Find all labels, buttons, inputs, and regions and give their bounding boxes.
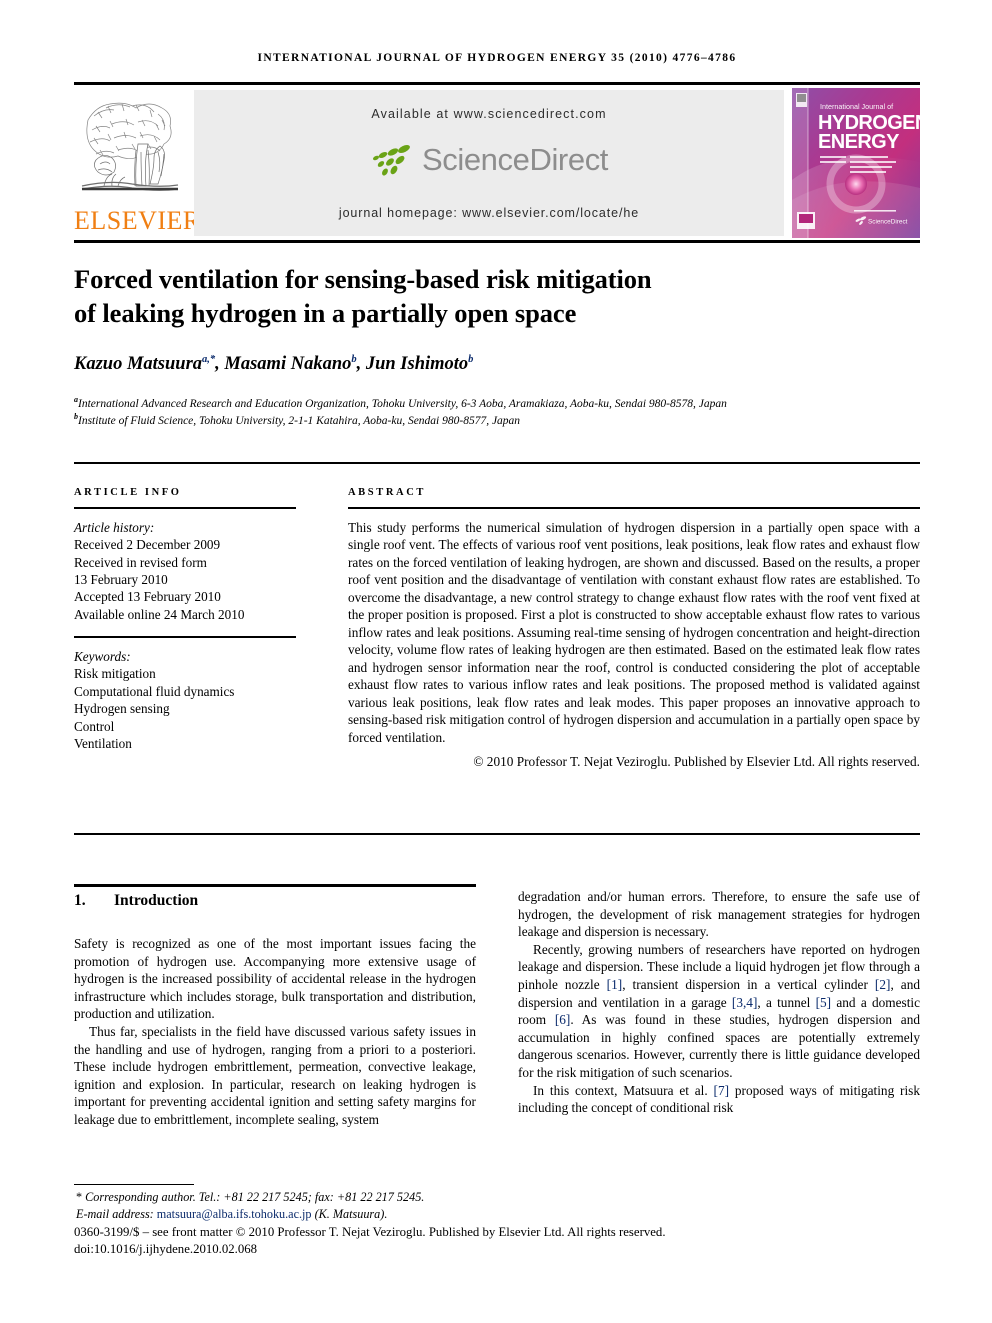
article-history-block: Article history: Received 2 December 200… bbox=[74, 519, 296, 623]
article-history-item: Available online 24 March 2010 bbox=[74, 606, 245, 622]
citation-link-1[interactable]: [1] bbox=[607, 977, 623, 992]
affiliation-text: Institute of Fluid Science, Tohoku Unive… bbox=[78, 414, 521, 427]
journal-homepage-label: journal homepage: www.elsevier.com/locat… bbox=[338, 206, 640, 220]
elsevier-wordmark: ELSEVIER bbox=[74, 206, 201, 235]
info-band-bottom-rule bbox=[74, 833, 920, 835]
sciencedirect-logo: ScienceDirect bbox=[194, 142, 784, 188]
body-text-run: In this context, Matsuura et al. bbox=[533, 1082, 714, 1098]
info-band-top-rule bbox=[74, 462, 920, 464]
abstract-heading: ABSTRACT bbox=[348, 487, 426, 498]
keywords-block: Keywords: Risk mitigation Computational … bbox=[74, 648, 296, 752]
elsevier-tree-icon bbox=[78, 90, 182, 208]
sciencedirect-panel: Available at www.sciencedirect.com Scien… bbox=[194, 90, 784, 236]
body-text-run: , transient dispersion in a vertical cyl… bbox=[622, 976, 875, 992]
article-info-rule bbox=[74, 507, 296, 509]
email-suffix: (K. Matsuura). bbox=[311, 1206, 388, 1221]
citation-link-5[interactable]: [5] bbox=[816, 995, 832, 1010]
doi-line: doi:10.1016/j.ijhydene.2010.02.068 bbox=[74, 1242, 258, 1256]
section-heading-rule bbox=[74, 884, 476, 887]
corresponding-author-text: Corresponding author. Tel.: +81 22 217 5… bbox=[85, 1190, 425, 1204]
body-paragraph: Safety is recognized as one of the most … bbox=[74, 936, 476, 1022]
email-label: E-mail address: bbox=[76, 1206, 157, 1221]
article-history-label: Article history: bbox=[74, 519, 155, 535]
author-name: Masami Nakano bbox=[224, 354, 352, 374]
section-title: Introduction bbox=[114, 892, 199, 909]
abstract-column: ABSTRACT This study performs the numeric… bbox=[348, 487, 920, 771]
article-first-page: INTERNATIONAL JOURNAL OF HYDROGEN ENERGY… bbox=[0, 0, 992, 1323]
elsevier-logo-block: ELSEVIER bbox=[74, 88, 201, 238]
keyword-item: Risk mitigation bbox=[74, 666, 156, 682]
author-affil-marker: a,* bbox=[202, 353, 216, 365]
article-info-heading: ARTICLE INFO bbox=[74, 487, 182, 498]
title-line-2: of leaking hydrogen in a partially open … bbox=[74, 298, 577, 328]
article-info-column: ARTICLE INFO Article history: Received 2… bbox=[74, 487, 296, 752]
title-line-1: Forced ventilation for sensing-based ris… bbox=[74, 264, 652, 294]
keyword-item: Computational fluid dynamics bbox=[74, 683, 235, 699]
email-link[interactable]: matsuura@alba.ifs.tohoku.ac.jp bbox=[157, 1207, 312, 1221]
article-history-item: Received in revised form bbox=[74, 554, 207, 570]
corresponding-author-note: * Corresponding author. Tel.: +81 22 217… bbox=[74, 1189, 504, 1206]
keywords-rule bbox=[74, 636, 296, 639]
running-head: INTERNATIONAL JOURNAL OF HYDROGEN ENERGY… bbox=[257, 52, 737, 64]
citation-link-3-4[interactable]: [3,4] bbox=[732, 995, 757, 1010]
page-title: Forced ventilation for sensing-based ris… bbox=[74, 262, 874, 330]
body-paragraph: In this context, Matsuura et al. [7] pro… bbox=[518, 1082, 920, 1117]
keyword-item: Hydrogen sensing bbox=[74, 701, 170, 717]
available-at-label: Available at www.sciencedirect.com bbox=[371, 107, 607, 121]
body-paragraph: degradation and/or human errors. Therefo… bbox=[518, 889, 920, 940]
masthead: ELSEVIER Available at www.sciencedirect.… bbox=[74, 88, 920, 238]
email-note: E-mail address: matsuura@alba.ifs.tohoku… bbox=[74, 1206, 504, 1223]
article-history-item: 13 February 2010 bbox=[74, 572, 168, 588]
footnote-rule bbox=[74, 1184, 194, 1186]
journal-cover-thumbnail: International Journal of HYDROGEN ENERGY bbox=[792, 88, 920, 238]
keyword-item: Control bbox=[74, 718, 115, 734]
author-list: Kazuo Matsuuraa,*, Masami Nakanob, Jun I… bbox=[74, 353, 474, 374]
article-history-item: Accepted 13 February 2010 bbox=[74, 589, 221, 605]
issn-copyright-line: 0360-3199/$ – see front matter © 2010 Pr… bbox=[74, 1225, 666, 1239]
affiliation-text: International Advanced Research and Educ… bbox=[78, 398, 727, 410]
abstract-text: This study performs the numerical simula… bbox=[348, 519, 920, 745]
author-affil-marker: b bbox=[351, 353, 357, 365]
body-column-right: degradation and/or human errors. Therefo… bbox=[518, 888, 920, 1117]
keywords-label: Keywords: bbox=[74, 649, 131, 665]
body-column-left: Safety is recognized as one of the most … bbox=[74, 935, 476, 1129]
body-text-run: , a tunnel bbox=[757, 994, 816, 1010]
body-paragraph: Thus far, specialists in the field have … bbox=[74, 1023, 476, 1127]
masthead-bottom-rule bbox=[74, 240, 920, 243]
affiliation-list: aInternational Advanced Research and Edu… bbox=[74, 396, 874, 429]
svg-text:International Journal of: International Journal of bbox=[820, 102, 893, 111]
abstract-copyright: © 2010 Professor T. Nejat Veziroglu. Pub… bbox=[473, 754, 920, 770]
sciencedirect-leaves-icon bbox=[370, 142, 416, 178]
citation-link-6[interactable]: [6] bbox=[555, 1012, 571, 1027]
affiliation-item: bInstitute of Fluid Science, Tohoku Univ… bbox=[74, 412, 874, 430]
keyword-item: Ventilation bbox=[74, 736, 132, 752]
article-history-item: Received 2 December 2009 bbox=[74, 537, 221, 553]
citation-link-2[interactable]: [2] bbox=[875, 977, 891, 992]
footnote-block: * Corresponding author. Tel.: +81 22 217… bbox=[74, 1189, 504, 1222]
svg-text:ENERGY: ENERGY bbox=[818, 131, 900, 153]
imprint-block: 0360-3199/$ – see front matter © 2010 Pr… bbox=[74, 1224, 924, 1258]
body-text-run: . As was found in these studies, hydroge… bbox=[518, 1012, 920, 1080]
sciencedirect-wordmark: ScienceDirect bbox=[421, 142, 609, 177]
author-name: Jun Ishimoto bbox=[365, 354, 469, 374]
affiliation-item: aInternational Advanced Research and Edu… bbox=[74, 396, 874, 413]
body-paragraph: Recently, growing numbers of researchers… bbox=[518, 941, 920, 1082]
section-heading: 1. Introduction bbox=[74, 892, 476, 910]
citation-link-7[interactable]: [7] bbox=[714, 1083, 730, 1098]
asterisk-icon: * bbox=[76, 1190, 86, 1204]
author-affil-marker: b bbox=[468, 353, 474, 365]
svg-text:ScienceDirect: ScienceDirect bbox=[868, 218, 908, 225]
section-number: 1. bbox=[74, 892, 86, 909]
author-name: Kazuo Matsuura bbox=[74, 354, 203, 374]
abstract-rule bbox=[348, 507, 920, 509]
masthead-top-rule bbox=[74, 82, 920, 85]
